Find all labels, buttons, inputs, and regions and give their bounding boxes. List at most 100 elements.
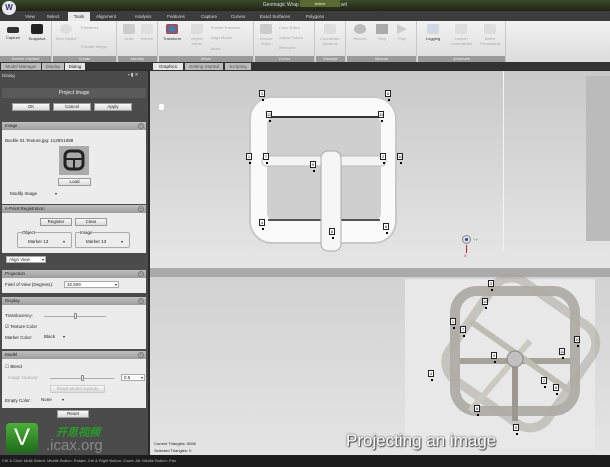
tab-alignment[interactable]: Alignment (92, 12, 120, 21)
empty-color-dropdown[interactable]: None (39, 397, 65, 404)
rotate-translate-button[interactable]: Rotate/Translate (211, 25, 240, 30)
marker[interactable]: 6 (383, 223, 389, 234)
marker[interactable]: 7 (263, 153, 269, 164)
tab-capture[interactable]: Capture (196, 12, 222, 21)
object-mover-button[interactable]: Object Mover (186, 24, 208, 46)
modify-image-dropdown[interactable]: Modify Image (8, 191, 58, 198)
ok-button[interactable]: OK (12, 103, 50, 111)
axis-triad-icon[interactable] (462, 235, 471, 244)
marker[interactable]: 8 (474, 405, 480, 416)
tab-dialog[interactable]: Dialog (65, 63, 85, 70)
tab-graphics[interactable]: Graphics (153, 63, 183, 70)
align-model-button[interactable]: Align Model (211, 35, 232, 40)
tab-exact-surfaces[interactable]: Exact Surfaces (255, 12, 295, 21)
tab-view[interactable]: View (20, 12, 40, 21)
object-marker-dropdown[interactable]: Marker 13 (26, 239, 66, 246)
blend-checkbox[interactable]: ☐ Blend (5, 364, 22, 370)
remover-button[interactable]: Remover (279, 45, 295, 50)
transform-button[interactable]: Transform (161, 24, 183, 41)
marker[interactable]: 9 (310, 161, 316, 172)
marker[interactable]: 3 (259, 90, 265, 101)
marker[interactable]: 11 (378, 111, 384, 122)
reset-button[interactable]: Reset (57, 410, 89, 418)
inches-button[interactable]: Inches (136, 24, 158, 41)
collapse-icon[interactable]: ^ (138, 123, 144, 129)
marker[interactable]: 5 (513, 424, 519, 435)
collapse-icon[interactable]: ^ (138, 206, 144, 212)
tab-select[interactable]: Select (43, 12, 63, 21)
adjust-colors-button[interactable]: Adjust Colors (279, 35, 303, 40)
stop-button[interactable]: Stop (371, 24, 393, 41)
marker[interactable]: 1 (450, 318, 456, 329)
coordinate-systems-button[interactable]: Coordinate Systems (319, 24, 341, 46)
marker[interactable]: 12 (266, 111, 272, 122)
register-button[interactable]: Register (40, 218, 72, 226)
logging-button[interactable]: Logging (422, 24, 444, 41)
record-button[interactable]: Record (349, 24, 371, 41)
load-button[interactable]: Load (58, 178, 91, 186)
play-button[interactable]: Play (391, 24, 413, 41)
reset-model-opacity-button[interactable]: Reset Model Opacity (50, 385, 105, 393)
checkbox-icon[interactable]: ☐ (5, 364, 9, 369)
tab-display[interactable]: Display (42, 63, 64, 70)
graphics-viewport[interactable]: 3 5 12 11 1 7 9 2 10 4 8 6 3 12 1 7 10 11 9 4 2 6 8 5 +Y X Cur… (150, 71, 610, 455)
capture-button[interactable]: Capture (2, 24, 24, 40)
clear-button[interactable]: Clear (75, 218, 107, 226)
marker-color-dropdown[interactable]: Black (42, 334, 66, 341)
marker[interactable]: 9 (491, 352, 497, 363)
marker[interactable]: 2 (541, 377, 547, 388)
tab-features[interactable]: Features (162, 12, 190, 21)
image-opacity-value[interactable]: 0.5 (121, 374, 145, 381)
marker[interactable]: 8 (329, 228, 335, 239)
units-label: Units (124, 36, 134, 41)
model-section-header[interactable]: Model ^ (2, 351, 146, 359)
panel-pin-close-icons[interactable]: ▪ ▮ ✕ (128, 72, 138, 78)
marker[interactable]: 2 (380, 153, 386, 164)
marker[interactable]: 4 (428, 370, 434, 381)
projection-section-header[interactable]: Projection ^ (2, 270, 146, 278)
color-editor-button[interactable]: Color Editor (279, 25, 300, 30)
texture-maps-button[interactable]: Texture Maps (255, 24, 277, 46)
collapse-icon[interactable]: ^ (138, 271, 144, 277)
texture-color-checkbox[interactable]: ☑ Texture Color (5, 324, 37, 330)
translucency-slider-thumb[interactable] (74, 313, 77, 319)
tab-tools[interactable]: Tools (68, 12, 90, 21)
marker[interactable]: 10 (397, 153, 403, 164)
move-button[interactable]: Move (211, 46, 221, 51)
apply-button[interactable]: Apply (94, 103, 132, 111)
primitives-button[interactable]: Primitives (81, 25, 98, 30)
marker[interactable]: 4 (259, 219, 265, 230)
registration-section-header[interactable]: n-Point Registration ^ (2, 205, 146, 213)
image-marker-dropdown[interactable]: Marker 13 (84, 239, 124, 246)
context-tab-active[interactable]: Active (300, 0, 340, 7)
display-section-header[interactable]: Display ^ (2, 297, 146, 305)
tab-getting-started[interactable]: Getting Started (185, 63, 223, 70)
image-opacity-slider-thumb[interactable] (81, 375, 84, 381)
marker[interactable]: 3 (488, 280, 494, 291)
collapse-icon[interactable]: ^ (138, 298, 144, 304)
fov-spinbox[interactable]: 32.509 (64, 281, 119, 288)
marker[interactable]: 10 (574, 336, 580, 347)
align-view-dropdown[interactable]: Align View (6, 256, 46, 263)
image-section-header[interactable]: Image ^ (2, 122, 146, 130)
new-object-button[interactable]: New Object (55, 24, 77, 41)
tab-model-manager[interactable]: Model Manager (1, 63, 41, 70)
cancel-button[interactable]: Cancel (53, 103, 91, 111)
snapshot-button[interactable]: Snapshot (26, 24, 48, 41)
marker[interactable]: 12 (482, 298, 488, 309)
batch-processing-button[interactable]: Batch Processing (476, 24, 504, 46)
tab-curves[interactable]: Curves (226, 12, 250, 21)
launch-commander-button[interactable]: Launch Commander (448, 24, 474, 46)
marker[interactable]: 1 (246, 153, 252, 164)
collapse-icon[interactable]: ^ (138, 352, 144, 358)
marker[interactable]: 5 (385, 90, 391, 101)
tab-polygons[interactable]: Polygons (302, 12, 328, 21)
app-menu-button[interactable]: W (2, 1, 16, 15)
marker[interactable]: 7 (460, 326, 466, 337)
encode-image-button[interactable]: Encode Image (81, 44, 107, 49)
checkbox-icon[interactable]: ☑ (5, 324, 9, 329)
marker[interactable]: 11 (559, 348, 565, 359)
tab-scripting[interactable]: Scripting (225, 63, 251, 70)
marker[interactable]: 6 (553, 384, 559, 395)
tab-analysis[interactable]: Analysis (130, 12, 156, 21)
